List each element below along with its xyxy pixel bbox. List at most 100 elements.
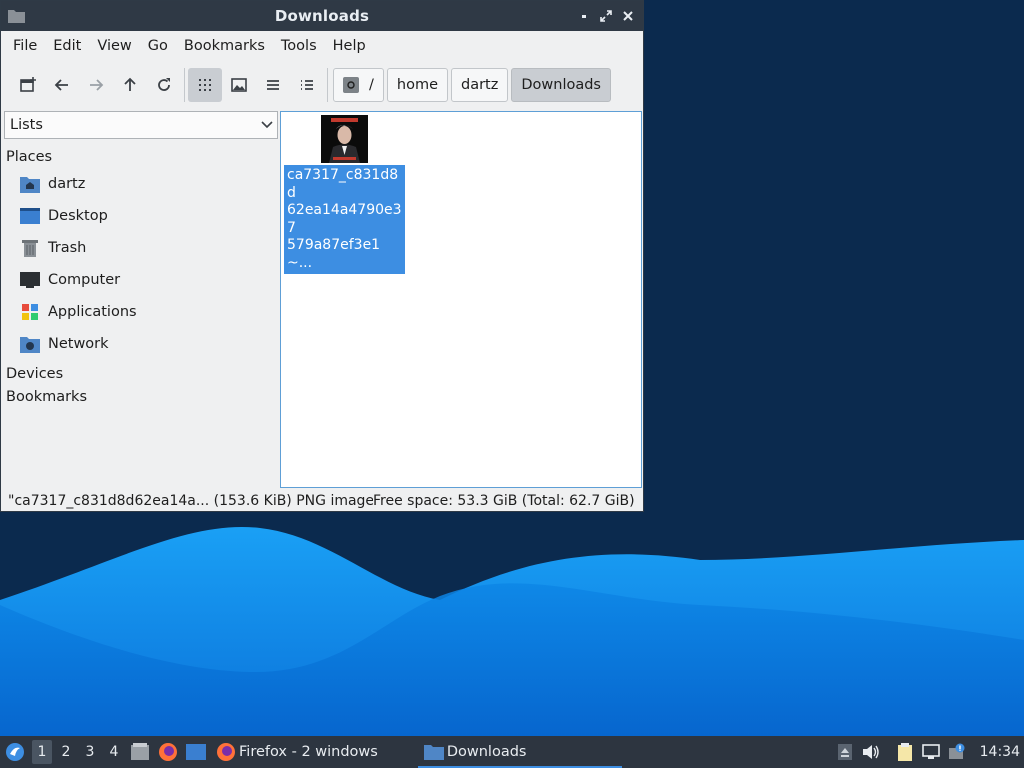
file-manager-icon: [131, 743, 149, 760]
folder-icon: [8, 10, 25, 23]
sidebar-item-applications[interactable]: Applications: [4, 296, 278, 328]
sidebar-item-label: dartz: [48, 176, 86, 192]
menu-go[interactable]: Go: [140, 38, 176, 54]
thumbnail-view-icon: [231, 78, 247, 92]
sidebar: Lists Places dartz Desktop Trash Compute…: [4, 111, 278, 487]
detailed-list-icon: [301, 80, 313, 90]
menu-edit[interactable]: Edit: [45, 38, 89, 54]
maximize-button[interactable]: [597, 6, 615, 26]
network-button[interactable]: [918, 736, 944, 768]
sidebar-item-label: Desktop: [48, 208, 108, 224]
window-title: Downloads: [274, 7, 370, 25]
sidebar-item-computer[interactable]: Computer: [4, 264, 278, 296]
task-firefox[interactable]: Firefox - 2 windows: [210, 736, 384, 768]
image-thumbnail: [321, 115, 368, 163]
minimize-button[interactable]: [575, 6, 593, 26]
show-desktop-icon: [186, 744, 206, 760]
breadcrumb-dartz[interactable]: dartz: [451, 68, 509, 102]
maximize-icon: [600, 10, 612, 22]
sidebar-item-dartz[interactable]: dartz: [4, 168, 278, 200]
bookmarks-header[interactable]: Bookmarks: [4, 385, 278, 408]
file-view[interactable]: ca7317_c831d8d 62ea14a4790e37 579a87ef3e…: [280, 111, 642, 488]
network-icon: [921, 744, 940, 759]
close-icon: [623, 11, 633, 21]
firefox-launcher[interactable]: [154, 736, 182, 768]
menu-view[interactable]: View: [89, 38, 139, 54]
thumbnail-view-button[interactable]: [222, 68, 256, 102]
reload-icon: [158, 78, 170, 91]
drive-icon: [343, 77, 359, 93]
file-manager-launcher[interactable]: [126, 736, 154, 768]
eject-icon: [837, 744, 852, 760]
folder-icon: [423, 742, 444, 762]
workspace-3[interactable]: 3: [78, 736, 102, 768]
title-bar[interactable]: Downloads: [1, 1, 643, 31]
sidebar-item-network[interactable]: Network: [4, 328, 278, 360]
menu-bar: File Edit View Go Bookmarks Tools Help: [1, 31, 643, 60]
up-button[interactable]: [113, 68, 147, 102]
compact-view-button[interactable]: [256, 68, 290, 102]
new-tab-icon: [20, 77, 36, 92]
breadcrumb: / home dartz Downloads: [333, 68, 611, 102]
sidebar-item-label: Applications: [48, 304, 137, 320]
update-notifier-icon: [948, 743, 965, 759]
reload-button[interactable]: [147, 68, 181, 102]
minimize-icon: [582, 15, 586, 18]
toolbar-separator: [327, 68, 328, 102]
firefox-icon: [159, 743, 177, 761]
places-header[interactable]: Places: [4, 145, 278, 168]
volume-button[interactable]: [858, 736, 884, 768]
home-folder-icon: [20, 174, 40, 194]
devices-header[interactable]: Devices: [4, 362, 278, 385]
breadcrumb-dartz-label: dartz: [461, 77, 499, 93]
chevron-down-icon: [257, 121, 277, 129]
clipboard-icon: [897, 743, 912, 761]
forward-button[interactable]: [79, 68, 113, 102]
updates-button[interactable]: [944, 736, 970, 768]
back-button[interactable]: [45, 68, 79, 102]
sidebar-item-desktop[interactable]: Desktop: [4, 200, 278, 232]
new-tab-button[interactable]: [11, 68, 45, 102]
tray-item[interactable]: [832, 736, 858, 768]
forward-icon: [90, 79, 104, 91]
desktop-icon: [20, 206, 40, 226]
breadcrumb-home[interactable]: home: [386, 68, 448, 102]
icon-view-icon: [199, 79, 211, 91]
clock[interactable]: 14:34: [970, 744, 1024, 760]
sidebar-item-label: Computer: [48, 272, 121, 288]
breadcrumb-home-label: home: [396, 77, 438, 93]
workspace-4[interactable]: 4: [102, 736, 126, 768]
free-space-info: Free space: 53.3 GiB (Total: 62.7 GiB): [373, 492, 635, 509]
workspace-2[interactable]: 2: [54, 736, 78, 768]
clipboard-button[interactable]: [892, 736, 918, 768]
menu-help[interactable]: Help: [325, 38, 374, 54]
task-downloads[interactable]: Downloads: [417, 736, 623, 768]
file-manager-window: Downloads File Edit View Go Bookmarks To…: [0, 0, 644, 512]
close-button[interactable]: [619, 6, 637, 26]
desktop-launcher[interactable]: [182, 736, 210, 768]
side-pane-mode-value: Lists: [10, 117, 43, 133]
menu-bookmarks[interactable]: Bookmarks: [176, 38, 273, 54]
status-bar: "ca7317_c831d8d62ea14a... (153.6 KiB) PN…: [1, 490, 643, 511]
breadcrumb-downloads[interactable]: Downloads: [511, 68, 611, 102]
task-label: Firefox - 2 windows: [239, 744, 378, 760]
start-menu-button[interactable]: [0, 736, 30, 768]
trash-icon: [20, 238, 40, 258]
up-icon: [124, 77, 136, 91]
selection-info: "ca7317_c831d8d62ea14a... (153.6 KiB) PN…: [8, 492, 373, 509]
sidebar-item-trash[interactable]: Trash: [4, 232, 278, 264]
menu-tools[interactable]: Tools: [273, 38, 325, 54]
menu-file[interactable]: File: [5, 38, 45, 54]
side-pane-mode-select[interactable]: Lists: [4, 111, 278, 139]
detailed-list-button[interactable]: [290, 68, 324, 102]
icon-view-button[interactable]: [188, 68, 222, 102]
breadcrumb-root-label: /: [369, 77, 374, 93]
breadcrumb-root[interactable]: /: [333, 68, 384, 102]
workspace-1[interactable]: 1: [32, 740, 52, 764]
file-name-label: ca7317_c831d8d 62ea14a4790e37 579a87ef3e…: [284, 165, 405, 274]
file-name-line: 62ea14a4790e37: [287, 202, 402, 236]
volume-icon: [862, 745, 879, 759]
sidebar-item-label: Network: [48, 336, 109, 352]
toolbar-separator: [184, 68, 185, 102]
task-label: Downloads: [446, 744, 527, 760]
